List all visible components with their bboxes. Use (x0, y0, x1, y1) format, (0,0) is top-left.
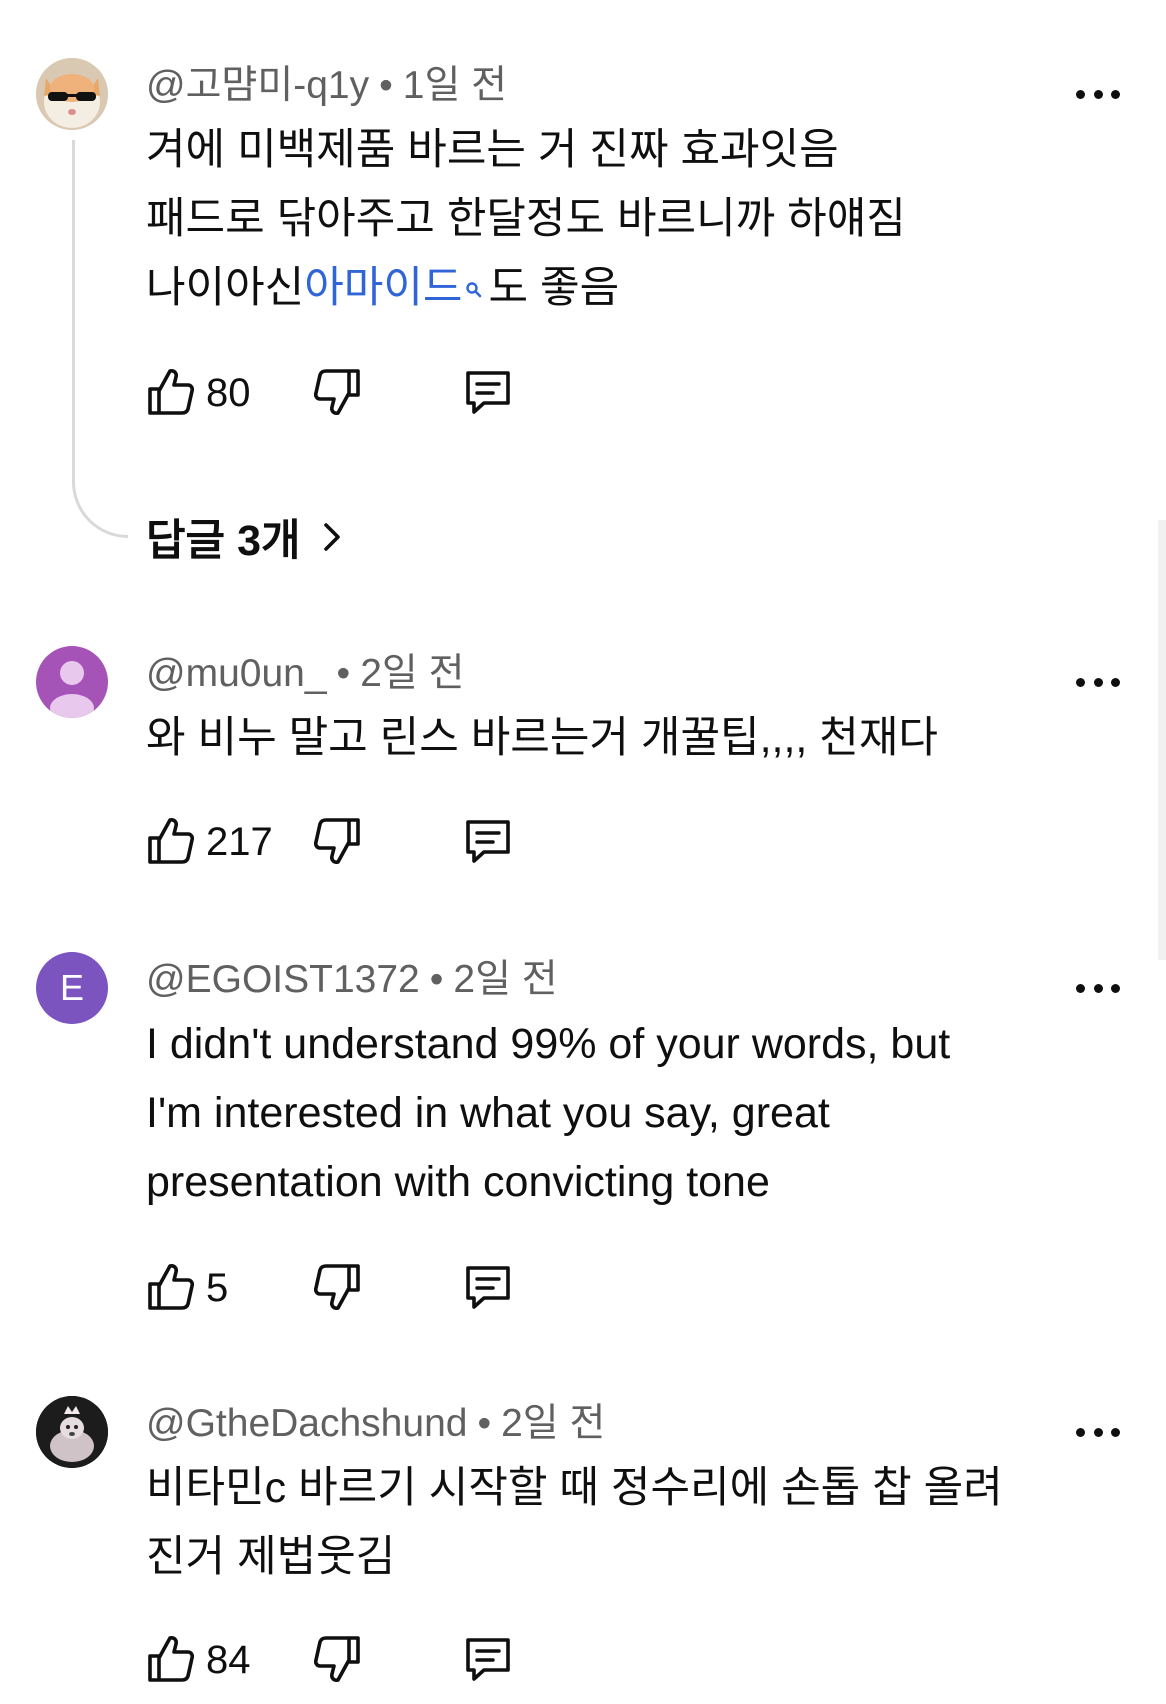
reply-button[interactable] (462, 367, 510, 417)
comment-line: 비타민c 바르기 시작할 때 정수리에 손톱 찹 올려 (146, 1464, 1003, 1512)
comment-actions: 84 (146, 1634, 646, 1684)
comment-actions: 5 (146, 1262, 646, 1312)
comment-author[interactable]: @mu0un_ (146, 652, 327, 695)
comment-text-fragment: 나이아신 (146, 264, 305, 312)
like-count: 84 (206, 1638, 251, 1682)
comment-icon (466, 820, 510, 863)
comment-icon (466, 1638, 510, 1681)
meta-separator: • (379, 64, 393, 107)
like-button[interactable] (146, 1634, 195, 1684)
comment-author[interactable]: @GtheDachshund (146, 1402, 467, 1445)
comment-item: @고먐미-q1y • 1일 전 겨에 미백제품 바르는 거 진짜 효과잇음 패드로 … (0, 0, 1166, 565)
comment-line: 겨에 미백제품 바르는 거 진짜 효과잇음 (146, 126, 839, 174)
like-count: 217 (206, 820, 273, 864)
reply-button[interactable] (462, 1634, 510, 1684)
more-dot-icon (1093, 1427, 1103, 1437)
meta-separator: • (477, 1402, 492, 1445)
user-avatar[interactable]: E (36, 952, 108, 1024)
comment-line: 진거 제법웃김 (146, 1533, 396, 1581)
dachshund-photo-avatar-icon (36, 1396, 108, 1468)
more-dot-icon (1076, 1427, 1085, 1437)
comment-text: 겨에 미백제품 바르는 거 진짜 효과잇음 패드로 닦아주고 한달정도 바르니까… (146, 116, 906, 323)
thumbs-down-icon (313, 369, 360, 415)
comment-meta: @고먐미-q1y • 1일 전 (146, 66, 507, 105)
comment-item: @GtheDachshund • 2일 전 비타민c 바르기 시작할 때 정수리에 … (0, 1390, 1166, 1704)
avatar-letter: E (59, 967, 84, 1008)
comment-author[interactable]: @EGOIST1372 (146, 958, 420, 1001)
more-dot-icon (1076, 983, 1085, 993)
comment-line: 패드로 닦아주고 한달정도 바르니까 하얘짐 (146, 195, 906, 243)
meta-separator: • (336, 652, 351, 695)
comment-actions: 80 (146, 367, 646, 417)
thumbs-up-icon (148, 1264, 195, 1310)
thumbs-down-icon (313, 818, 360, 864)
default-user-avatar-icon (50, 661, 94, 718)
more-options-button[interactable] (1076, 675, 1120, 689)
search-icon[interactable] (465, 254, 483, 323)
more-dot-icon (1111, 983, 1120, 993)
comment-text: I didn't understand 99% of your words, b… (146, 1010, 950, 1217)
more-options-button[interactable] (1076, 981, 1120, 995)
comment-meta: @mu0un_ • 2일 전 (146, 654, 464, 693)
comment-item: @mu0un_ • 2일 전 와 비누 말고 린스 바르는거 개꿀팁,,,, 천재다… (0, 640, 1166, 900)
dislike-button[interactable] (313, 1634, 362, 1684)
thread-connector-line (72, 140, 128, 538)
user-avatar[interactable] (36, 646, 108, 718)
comment-icon (466, 371, 510, 414)
comment-line: I didn't understand 99% of your words, b… (146, 1020, 951, 1068)
dislike-button[interactable] (313, 1262, 362, 1312)
comment-meta: @EGOIST1372 • 2일 전 (146, 960, 558, 999)
more-dot-icon (1076, 89, 1085, 99)
replies-label: 답글 3개 (146, 517, 301, 565)
view-replies-button[interactable]: 답글 3개 (146, 506, 343, 568)
dislike-button[interactable] (313, 367, 362, 417)
thumbs-up-icon (148, 818, 195, 864)
comment-text: 와 비누 말고 린스 바르는거 개꿀팁,,,, 천재다 (146, 704, 938, 773)
thumbs-down-icon (313, 1636, 360, 1682)
thumbs-down-icon (313, 1264, 360, 1310)
like-button[interactable] (146, 1262, 195, 1312)
like-button[interactable] (146, 367, 195, 417)
comment-text: 비타민c 바르기 시작할 때 정수리에 손톱 찹 올려 진거 제법웃김 (146, 1454, 1003, 1592)
more-dot-icon (1093, 983, 1103, 993)
comment-item: E @EGOIST1372 • 2일 전 I didn't understand 9… (0, 946, 1166, 1326)
thumbs-up-icon (148, 1636, 195, 1682)
like-count: 80 (206, 371, 251, 415)
search-link[interactable]: 아마이드 (304, 264, 462, 312)
comment-actions: 217 (146, 816, 646, 866)
chevron-right-icon (323, 523, 340, 551)
comment-line: 와 비누 말고 린스 바르는거 개꿀팁,,,, 천재다 (146, 714, 938, 762)
more-dot-icon (1076, 677, 1085, 687)
cat-sunglasses-avatar-icon (36, 58, 108, 130)
meta-separator: • (429, 958, 444, 1001)
user-avatar[interactable] (36, 1396, 108, 1468)
thumbs-up-icon (148, 369, 195, 415)
more-dot-icon (1093, 677, 1103, 687)
comment-line: presentation with convicting tone (146, 1158, 770, 1206)
more-dot-icon (1093, 89, 1103, 99)
more-dot-icon (1111, 89, 1120, 99)
comment-icon (466, 1266, 510, 1309)
comment-time[interactable]: 1일 전 (403, 64, 507, 107)
comment-line: I'm interested in what you say, great (146, 1089, 830, 1137)
comment-line: 나이아신아마이드 도 좋음 (146, 254, 906, 323)
comment-time[interactable]: 2일 전 (501, 1402, 605, 1445)
more-dot-icon (1111, 1427, 1120, 1437)
user-avatar[interactable] (36, 58, 108, 130)
comment-text-fragment: 도 좋음 (488, 264, 620, 312)
like-button[interactable] (146, 816, 195, 866)
comment-time[interactable]: 2일 전 (453, 958, 557, 1001)
like-count: 5 (206, 1266, 229, 1310)
comment-time[interactable]: 2일 전 (360, 652, 464, 695)
reply-button[interactable] (462, 1262, 510, 1312)
more-options-button[interactable] (1076, 87, 1120, 101)
comment-meta: @GtheDachshund • 2일 전 (146, 1404, 605, 1443)
reply-button[interactable] (462, 816, 510, 866)
more-dot-icon (1111, 677, 1120, 687)
more-options-button[interactable] (1076, 1425, 1120, 1439)
comment-author[interactable]: @고먐미-q1y (146, 64, 369, 107)
dislike-button[interactable] (313, 816, 362, 866)
